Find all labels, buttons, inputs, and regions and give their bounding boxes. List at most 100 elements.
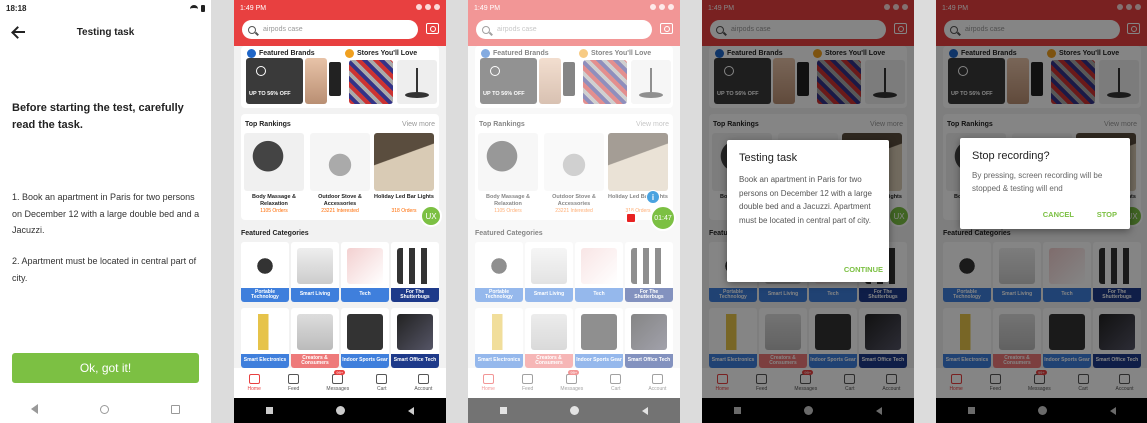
cables-store-image[interactable]: [583, 60, 627, 104]
camera-icon[interactable]: [660, 23, 673, 34]
tab-label: Feed: [287, 386, 300, 392]
brands-section: Featured Brands Stores You'll Love UP TO…: [241, 46, 439, 108]
category-tile[interactable]: Smart Office Tech: [625, 308, 673, 368]
status-icons: [190, 4, 205, 12]
category-tile[interactable]: Smart Electronics: [241, 308, 289, 368]
category-image: [531, 314, 567, 350]
earphone-product-image[interactable]: [539, 58, 561, 104]
bottom-tab-bar: Home Feed 99+ Messages Cart Account: [468, 368, 680, 398]
battery-icon: [434, 4, 440, 10]
tab-label: Account: [414, 386, 433, 392]
stop-recording-button[interactable]: [624, 211, 638, 225]
ranking-name: Body Massage & Relaxation: [485, 194, 530, 207]
nav-recents-icon[interactable]: [499, 407, 507, 414]
ranking-image-stove[interactable]: [310, 133, 370, 191]
category-tile[interactable]: Tech: [341, 242, 389, 302]
category-tile[interactable]: Portable Technology: [475, 242, 523, 302]
ok-got-it-button[interactable]: Ok, got it!: [12, 353, 199, 383]
category-image: [347, 248, 383, 284]
brand-promo-card[interactable]: UP TO 56% OFF: [480, 58, 537, 104]
status-time: 1:49 PM: [240, 4, 267, 12]
system-nav-bar: [468, 398, 680, 423]
category-image: [397, 314, 433, 350]
stop-button[interactable]: STOP: [1097, 210, 1117, 219]
category-tile[interactable]: Tech: [575, 242, 623, 302]
app-home-screen-recording: 1:49 PM airpods case Featured Brands Sto…: [468, 0, 680, 423]
category-tile[interactable]: Smart Living: [291, 242, 339, 302]
dialog-body: By pressing, screen recording will be st…: [972, 171, 1103, 193]
ranking-image-stove[interactable]: [544, 133, 604, 191]
tab-account[interactable]: Account: [648, 374, 666, 392]
tab-account[interactable]: Account: [414, 374, 432, 392]
recording-timer[interactable]: 01:47: [650, 205, 676, 231]
search-input[interactable]: airpods case: [242, 20, 418, 39]
tab-home[interactable]: Home: [482, 374, 495, 392]
view-more-link[interactable]: View more: [636, 121, 669, 128]
system-nav-bar: [0, 398, 211, 420]
tab-cart[interactable]: Cart: [610, 374, 622, 392]
nav-home-icon[interactable]: [569, 406, 579, 415]
ranking-stat: 1105 Orders: [260, 208, 288, 214]
ux-floating-button[interactable]: UX: [420, 205, 442, 227]
brand-promo-card[interactable]: UP TO 56% OFF: [246, 58, 303, 104]
category-label: Indoor Sports Gear: [575, 354, 623, 368]
tab-messages[interactable]: 99+ Messages: [326, 370, 349, 392]
category-label: For The Shutterbugs: [391, 288, 439, 302]
camera-icon[interactable]: [426, 23, 439, 34]
info-icon[interactable]: i: [646, 190, 660, 204]
tab-feed[interactable]: Feed: [288, 374, 299, 392]
phone-product-image[interactable]: [563, 62, 575, 96]
stores-love-label: Stores You'll Love: [591, 50, 652, 57]
ranking-image-massage[interactable]: [244, 133, 304, 191]
category-tile[interactable]: Smart Electronics: [475, 308, 523, 368]
ranking-image-lights[interactable]: [374, 133, 434, 191]
account-icon: [417, 374, 429, 384]
category-label: Smart Office Tech: [391, 354, 439, 368]
category-tile[interactable]: Smart Office Tech: [391, 308, 439, 368]
tab-messages[interactable]: 99+ Messages: [560, 370, 583, 392]
category-tile[interactable]: For The Shutterbugs: [391, 242, 439, 302]
nav-back-icon[interactable]: [31, 404, 38, 414]
category-label: Smart Electronics: [475, 354, 523, 368]
category-label: Smart Office Tech: [625, 354, 673, 368]
featured-categories-section: Featured Categories Portable Technology …: [241, 228, 439, 368]
stores-love-title: Stores You'll Love: [345, 49, 417, 58]
nav-home-icon[interactable]: [100, 404, 109, 414]
stop-recording-dialog: Stop recording? By pressing, screen recor…: [960, 138, 1130, 229]
nav-recents-icon[interactable]: [265, 407, 273, 414]
tab-cart[interactable]: Cart: [376, 374, 388, 392]
status-time: 18:18: [6, 3, 27, 13]
category-image: [531, 248, 567, 284]
tripod-store-image[interactable]: [631, 60, 671, 104]
category-tile[interactable]: Portable Technology: [241, 242, 289, 302]
tripod-store-image[interactable]: [397, 60, 437, 104]
category-tile[interactable]: Creators & Consumers: [525, 308, 573, 368]
cancel-button[interactable]: CANCEL: [1043, 210, 1074, 219]
category-tile[interactable]: For The Shutterbugs: [625, 242, 673, 302]
search-input[interactable]: airpods case: [476, 20, 652, 39]
ranking-stat: 23221 Interested: [321, 208, 359, 214]
tab-feed[interactable]: Feed: [522, 374, 533, 392]
category-tile[interactable]: Indoor Sports Gear: [575, 308, 623, 368]
ranking-image-lights[interactable]: [608, 133, 668, 191]
phone-product-image[interactable]: [329, 62, 341, 96]
tab-home[interactable]: Home: [248, 374, 261, 392]
view-more-link[interactable]: View more: [402, 121, 435, 128]
category-tile[interactable]: Creators & Consumers: [291, 308, 339, 368]
nav-home-icon[interactable]: [335, 406, 345, 415]
category-tile[interactable]: Indoor Sports Gear: [341, 308, 389, 368]
earphone-product-image[interactable]: [305, 58, 327, 104]
nav-back-icon[interactable]: [408, 406, 415, 415]
continue-button[interactable]: CONTINUE: [844, 265, 883, 274]
cables-store-image[interactable]: [349, 60, 393, 104]
status-bar: 1:49 PM: [468, 0, 680, 16]
category-tile[interactable]: Smart Living: [525, 242, 573, 302]
ranking-image-massage[interactable]: [478, 133, 538, 191]
top-rankings-section: Top Rankings View more Body Massage & Re…: [475, 114, 673, 220]
system-nav-bar: [234, 398, 446, 423]
nav-recents-icon[interactable]: [171, 404, 180, 414]
nav-back-icon[interactable]: [642, 406, 649, 415]
category-image: [247, 314, 283, 350]
shopping-app: 1:49 PM airpods case Featured Brands Sto…: [468, 0, 680, 423]
back-arrow-icon[interactable]: [12, 25, 26, 39]
